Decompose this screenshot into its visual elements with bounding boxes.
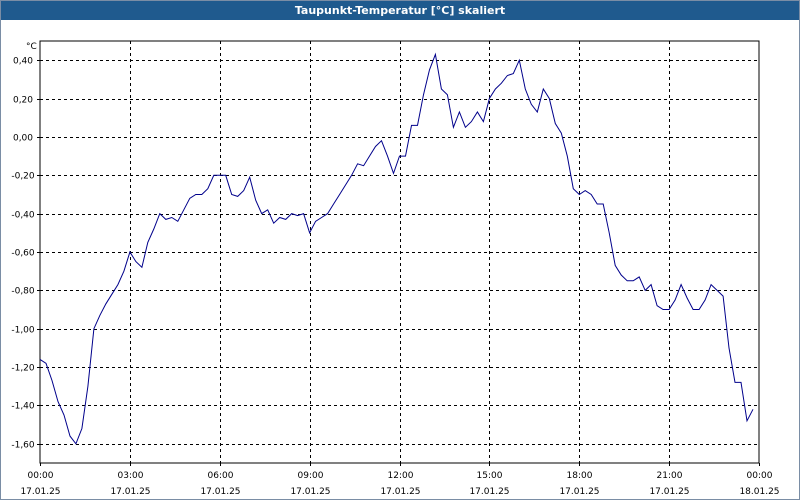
y-tick-label: -1,20 [11, 364, 35, 374]
x-tick-date-label: 17.01.25 [110, 487, 150, 497]
y-tick-label: 0,40 [13, 57, 33, 67]
x-tick-date-label: 17.01.25 [290, 487, 330, 497]
y-tick-label: -0,20 [11, 172, 35, 182]
x-tick-time-label: 00:00 [28, 471, 54, 481]
y-tick-label: -1,00 [11, 326, 35, 336]
x-tick-time-label: 12:00 [388, 471, 414, 481]
x-tick-date-label: 17.01.25 [469, 487, 509, 497]
x-tick-date-label: 17.01.25 [649, 487, 689, 497]
y-tick-label: -0,80 [11, 287, 35, 297]
y-tick-label: -1,60 [11, 441, 35, 451]
y-tick-label: 0,20 [13, 96, 33, 106]
x-tick-time-label: 06:00 [208, 471, 234, 481]
x-tick-time-label: 09:00 [298, 471, 324, 481]
x-tick-date-label: 17.01.25 [380, 487, 420, 497]
chart-window: Taupunkt-Temperatur [°C] skaliert 0,40 0,… [0, 0, 800, 500]
x-tick-time-label: 21:00 [657, 471, 683, 481]
x-tick-date-label: 17.01.25 [559, 487, 599, 497]
x-tick-date-label: 17.01.25 [20, 487, 60, 497]
x-tick-time-label: 15:00 [477, 471, 503, 481]
y-axis-unit-label: °C [26, 42, 37, 52]
x-tick-time-label: 03:00 [118, 471, 144, 481]
y-tick-label: -1,40 [11, 402, 35, 412]
x-tick-time-label: 00:00 [747, 471, 773, 481]
plot-area [39, 40, 760, 464]
x-tick-date-label: 17.01.25 [200, 487, 240, 497]
y-tick-label: -0,40 [11, 211, 35, 221]
x-tick-date-label: 18.01.25 [739, 487, 779, 497]
y-tick-label: 0,00 [13, 134, 33, 144]
line-chart: 0,40 0,20 0,00 -0,20 -0,40 -0,60 -0,80 -1,00 -1,… [11, 40, 780, 497]
x-tick-time-label: 18:00 [567, 471, 593, 481]
y-tick-label: -0,60 [11, 249, 35, 259]
